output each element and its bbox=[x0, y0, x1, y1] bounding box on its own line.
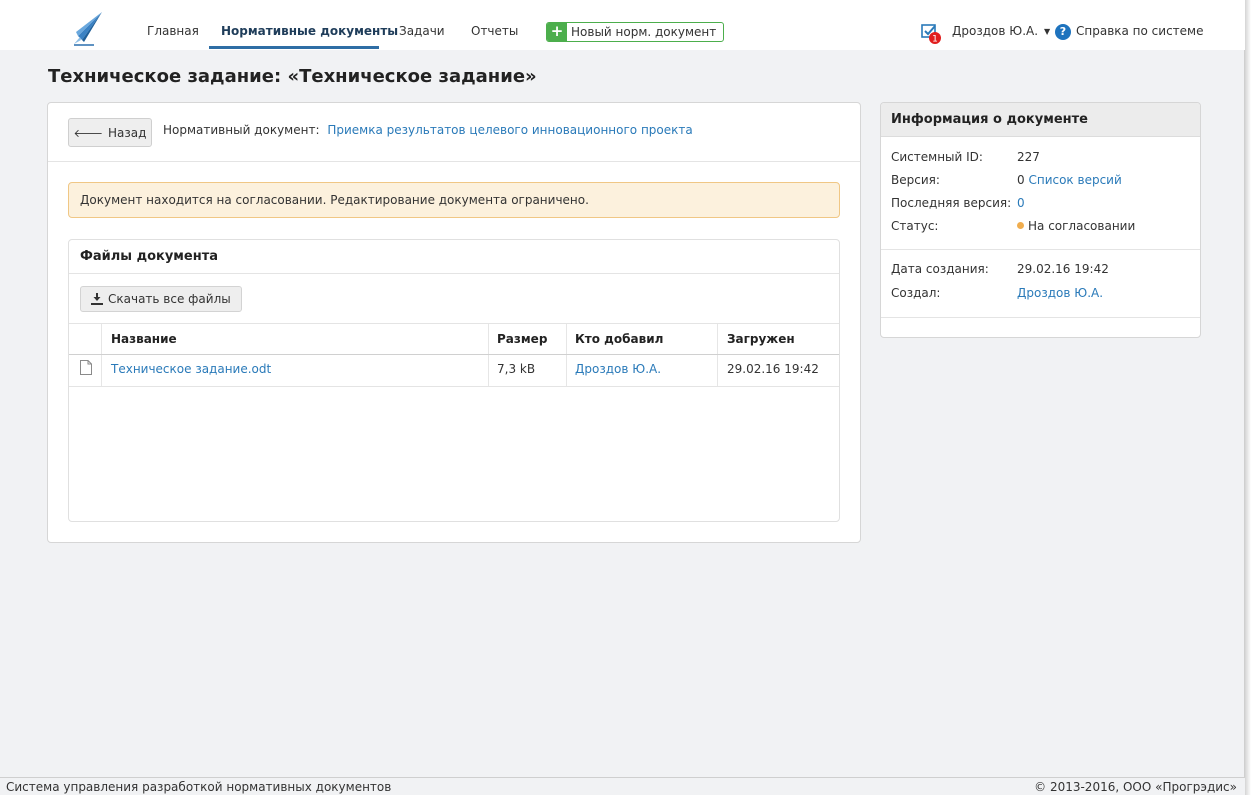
created-date-value: 29.02.16 19:42 bbox=[1017, 262, 1109, 276]
normative-doc-link[interactable]: Приемка результатов целевого инновационн… bbox=[327, 123, 692, 137]
files-panel-title: Файлы документа bbox=[80, 249, 219, 264]
app-frame: Главная Нормативные документы Задачи Отч… bbox=[0, 0, 1245, 795]
divider bbox=[69, 273, 839, 274]
user-name: Дроздов Ю.А. bbox=[952, 24, 1039, 38]
created-date-label: Дата создания: bbox=[891, 262, 989, 276]
divider bbox=[69, 386, 839, 387]
approval-warning-alert: Документ находится на согласовании. Реда… bbox=[68, 182, 840, 218]
last-version-label: Последняя версия: bbox=[891, 196, 1012, 210]
user-menu[interactable]: Дроздов Ю.А. ▼ bbox=[952, 24, 1050, 38]
page-footer: Система управления разработкой нормативн… bbox=[0, 777, 1245, 795]
tasks-checkbox-icon[interactable]: 1 bbox=[921, 23, 943, 45]
file-name-link[interactable]: Техническое задание.odt bbox=[111, 362, 271, 376]
author-label: Создал: bbox=[891, 286, 941, 300]
author-link[interactable]: Дроздов Ю.А. bbox=[1017, 286, 1103, 300]
new-document-label: Новый норм. документ bbox=[571, 25, 717, 39]
download-icon bbox=[91, 293, 103, 305]
info-panel-title: Информация о документе bbox=[881, 103, 1200, 137]
status-text: На согласовании bbox=[1028, 219, 1136, 233]
nav-item-home[interactable]: Главная bbox=[147, 0, 199, 50]
version-number: 0 bbox=[1017, 173, 1025, 187]
status-label: Статус: bbox=[891, 219, 939, 233]
top-navbar: Главная Нормативные документы Задачи Отч… bbox=[0, 0, 1245, 50]
help-question-icon[interactable]: ? bbox=[1055, 24, 1071, 40]
caret-down-icon: ▼ bbox=[1044, 27, 1051, 36]
footer-copyright: © 2013-2016, ООО «Прогрэдис» bbox=[1034, 780, 1237, 794]
plus-icon: + bbox=[547, 23, 567, 41]
column-divider bbox=[101, 324, 102, 386]
page-title: Техническое задание: «Техническое задани… bbox=[48, 66, 537, 87]
file-added-by-link[interactable]: Дроздов Ю.А. bbox=[575, 362, 661, 376]
file-uploaded-date: 29.02.16 19:42 bbox=[727, 362, 819, 376]
footer-system-name: Система управления разработкой нормативн… bbox=[6, 780, 392, 794]
system-id-label: Системный ID: bbox=[891, 150, 983, 164]
window-edge-shadow bbox=[1245, 0, 1251, 795]
divider bbox=[69, 323, 839, 324]
versions-list-link[interactable]: Список версий bbox=[1028, 173, 1121, 187]
divider bbox=[48, 161, 860, 162]
document-files-panel: Файлы документа Скачать все файлы Назван… bbox=[68, 239, 840, 522]
column-divider bbox=[488, 324, 489, 386]
arrow-left-icon: 🡐 bbox=[73, 126, 104, 140]
divider bbox=[69, 354, 839, 355]
status-value: На согласовании bbox=[1017, 219, 1135, 233]
rocket-logo-icon[interactable] bbox=[72, 10, 106, 46]
column-header-name[interactable]: Название bbox=[111, 332, 177, 346]
divider bbox=[881, 317, 1200, 318]
document-main-panel: 🡐 Назад Нормативный документ: Приемка ре… bbox=[47, 102, 861, 543]
nav-item-tasks[interactable]: Задачи bbox=[399, 0, 445, 50]
nav-item-normative-docs[interactable]: Нормативные документы bbox=[221, 0, 398, 50]
file-icon bbox=[80, 360, 92, 375]
back-button[interactable]: 🡐 Назад bbox=[68, 118, 152, 147]
column-divider bbox=[717, 324, 718, 386]
help-link[interactable]: Справка по системе bbox=[1076, 24, 1204, 38]
download-all-files-button[interactable]: Скачать все файлы bbox=[80, 286, 242, 312]
system-id-value: 227 bbox=[1017, 150, 1040, 164]
nav-item-reports[interactable]: Отчеты bbox=[471, 0, 518, 50]
version-label: Версия: bbox=[891, 173, 940, 187]
new-document-button[interactable]: + Новый норм. документ bbox=[546, 22, 724, 42]
doc-ref-label: Нормативный документ: bbox=[163, 123, 320, 137]
back-label: Назад bbox=[108, 125, 147, 140]
download-all-label: Скачать все файлы bbox=[108, 292, 231, 306]
column-header-uploaded[interactable]: Загружен bbox=[727, 332, 795, 346]
file-size: 7,3 kB bbox=[497, 362, 536, 376]
tasks-badge-count: 1 bbox=[932, 35, 938, 45]
version-value: 0 Список версий bbox=[1017, 173, 1122, 187]
column-header-added-by[interactable]: Кто добавил bbox=[575, 332, 663, 346]
last-version-link[interactable]: 0 bbox=[1017, 196, 1025, 210]
author-value: Дроздов Ю.А. bbox=[1017, 286, 1103, 300]
last-version-value: 0 bbox=[1017, 196, 1025, 210]
status-dot-icon bbox=[1017, 222, 1024, 229]
divider bbox=[881, 249, 1200, 250]
document-info-panel: Информация о документе Системный ID: 227… bbox=[880, 102, 1201, 338]
column-header-size[interactable]: Размер bbox=[497, 332, 547, 346]
normative-doc-reference: Нормативный документ: Приемка результато… bbox=[163, 123, 693, 137]
active-tab-indicator bbox=[209, 46, 379, 49]
column-divider bbox=[566, 324, 567, 386]
